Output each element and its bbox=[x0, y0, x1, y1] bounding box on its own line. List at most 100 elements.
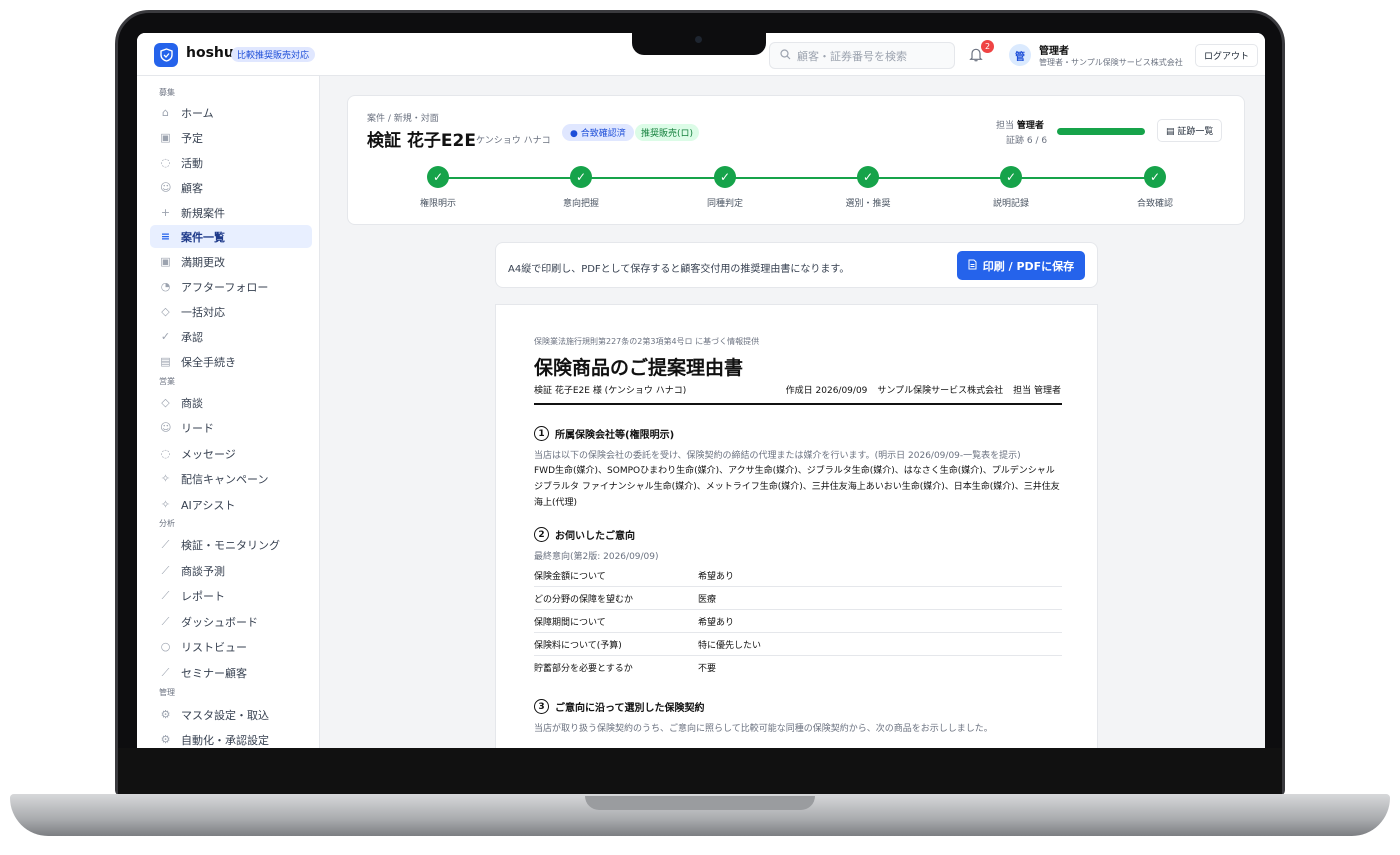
sales-type-badge: 推奨販売(ロ) bbox=[635, 124, 700, 141]
sidebar-item-automation[interactable]: ⚙ 自動化・承認設定 bbox=[150, 728, 312, 748]
sidebar-item-label: 満期更改 bbox=[181, 255, 225, 269]
sidebar-item-list-view[interactable]: ○ リストビュー bbox=[150, 635, 312, 658]
sidebar-item-approval[interactable]: ✓ 承認 bbox=[150, 325, 312, 348]
sidebar-item-activity[interactable]: ◌ 活動 bbox=[150, 151, 312, 174]
step-label: 合致確認 bbox=[1136, 199, 1173, 209]
sidebar-item-label: 商談 bbox=[181, 396, 203, 410]
sidebar-item-label: 予定 bbox=[181, 131, 203, 145]
evidence-list-label: 証跡一覧 bbox=[1177, 127, 1214, 137]
calendar-icon: ▣ bbox=[160, 131, 171, 144]
camera-notch bbox=[632, 33, 766, 55]
user-name: 管理者 bbox=[1039, 46, 1069, 57]
table-row: 保険金額について 希望あり bbox=[534, 564, 1062, 587]
page-title: 検証 花子E2E bbox=[367, 131, 476, 151]
home-icon: ⌂ bbox=[162, 106, 169, 119]
row-value: 不要 bbox=[698, 664, 717, 674]
sidebar-item-label: ダッシュボード bbox=[181, 615, 258, 629]
section-number: 2 bbox=[534, 527, 549, 542]
sidebar-item-label: 活動 bbox=[181, 156, 203, 170]
table-row: 保険料について(予算) 特に優先したい bbox=[534, 633, 1062, 656]
step-label: 同種判定 bbox=[706, 199, 743, 209]
step-check-icon[interactable]: ✓ bbox=[427, 166, 449, 188]
section-1-body: FWD生命(媒介)、SOMPOひまわり生命(媒介)、アクサ生命(媒介)、ジブラル… bbox=[534, 466, 1060, 508]
section-2-note: 最終意向(第2版: 2026/09/09) bbox=[534, 552, 659, 562]
sidebar-item-master-settings[interactable]: ⚙ マスタ設定・取込 bbox=[150, 703, 312, 726]
section-title: ご意向に沿って選別した保険契約 bbox=[555, 703, 705, 714]
section-title: お伺いしたご意向 bbox=[555, 531, 635, 542]
step-label: 意向把握 bbox=[562, 199, 599, 209]
user-role: 管理者・サンプル保険サービス株式会社 bbox=[1039, 58, 1183, 67]
sidebar-item-bulk[interactable]: ◇ 一括対応 bbox=[150, 300, 312, 323]
sidebar-item-monitoring[interactable]: ⟋ 検証・モニタリング bbox=[150, 533, 312, 556]
row-value: 特に優先したい bbox=[698, 641, 762, 651]
notification-count-badge: 2 bbox=[981, 40, 994, 53]
sidebar-item-messages[interactable]: ◌ メッセージ bbox=[150, 442, 312, 465]
sidebar-item-label: セミナー顧客 bbox=[181, 666, 247, 680]
sidebar-item-reports[interactable]: ⟋ レポート bbox=[150, 584, 312, 607]
users-icon: ☺ bbox=[160, 421, 172, 434]
step-check-icon[interactable]: ✓ bbox=[1144, 166, 1166, 188]
sidebar-item-maintenance[interactable]: ▤ 保全手続き bbox=[150, 350, 312, 373]
step-check-icon[interactable]: ✓ bbox=[570, 166, 592, 188]
step-check-icon[interactable]: ✓ bbox=[1000, 166, 1022, 188]
check-icon: ✓ bbox=[160, 330, 171, 343]
title-divider bbox=[534, 403, 1062, 405]
sidebar: 募集 ⌂ ホーム ▣ 予定 ◌ 活動 ☺ 顧客 + 新規案件 ≡ 案件一覧 ▣ 満期更改 ◔ ア… bbox=[137, 76, 320, 748]
print-bar: A4縦で印刷し、PDFとして保存すると顧客交付用の推奨理由書になります。 印刷 … bbox=[495, 242, 1098, 288]
table-row: どの分野の保障を望むか 医療 bbox=[534, 587, 1062, 610]
sidebar-item-campaigns[interactable]: ✧ 配信キャンペーン bbox=[150, 467, 312, 490]
evidence-count: 証跡 6 / 6 bbox=[1006, 136, 1048, 146]
shield-logo-icon[interactable] bbox=[154, 43, 178, 67]
sidebar-item-label: 配信キャンペーン bbox=[181, 472, 269, 486]
sidebar-section-analysis: 分析 bbox=[159, 519, 175, 528]
search-input[interactable]: 顧客・証券番号を検索 bbox=[769, 42, 955, 69]
sidebar-item-customers[interactable]: ☺ 顧客 bbox=[150, 176, 312, 199]
sidebar-item-deals[interactable]: ◇ 商談 bbox=[150, 391, 312, 414]
sidebar-item-label: リード bbox=[181, 421, 214, 435]
sidebar-item-leads[interactable]: ☺ リード bbox=[150, 416, 312, 439]
sidebar-item-home[interactable]: ⌂ ホーム bbox=[150, 101, 312, 124]
assignee-name: 管理者 bbox=[1016, 121, 1044, 131]
print-pdf-button[interactable]: 印刷 / PDFに保存 bbox=[957, 251, 1085, 280]
sidebar-item-label: 新規案件 bbox=[181, 206, 225, 220]
section-2-heading: 2 お伺いしたご意向 bbox=[534, 527, 635, 542]
chat-icon: ◌ bbox=[160, 156, 171, 169]
sidebar-item-dashboard[interactable]: ⟋ ダッシュボード bbox=[150, 610, 312, 633]
chat-icon: ◌ bbox=[160, 447, 171, 460]
avatar[interactable]: 管 bbox=[1009, 44, 1031, 66]
step-check-icon[interactable]: ✓ bbox=[857, 166, 879, 188]
app-screen: hoshu 比較推奨販売対応 顧客・証券番号を検索 2 管 管理者 管理者・サン… bbox=[137, 33, 1265, 748]
section-number: 3 bbox=[534, 699, 549, 714]
customer-kana: ケンショウ ハナコ bbox=[476, 136, 551, 146]
breadcrumb[interactable]: 案件 / 新規・対面 bbox=[367, 111, 439, 124]
sidebar-item-schedule[interactable]: ▣ 予定 bbox=[150, 126, 312, 149]
step-check-icon[interactable]: ✓ bbox=[714, 166, 736, 188]
evidence-list-button[interactable]: ▤ 証跡一覧 bbox=[1157, 119, 1223, 142]
sidebar-item-label: 顧客 bbox=[181, 181, 203, 195]
sparkle-icon: ✧ bbox=[160, 498, 171, 511]
sidebar-item-ai-assist[interactable]: ✧ AIアシスト bbox=[150, 493, 312, 516]
layers-icon: ◇ bbox=[161, 305, 170, 318]
legal-basis: 保険業法施行規則第227条の2第3項第4号ロ に基づく情報提供 bbox=[534, 337, 760, 346]
sidebar-item-label: アフターフォロー bbox=[181, 280, 269, 294]
chart-icon: ⟋ bbox=[161, 666, 170, 679]
sidebar-item-label: 商談予測 bbox=[181, 564, 225, 578]
document-icon bbox=[968, 259, 977, 273]
chart-icon: ⟋ bbox=[161, 615, 170, 628]
sidebar-item-seminar[interactable]: ⟋ セミナー顧客 bbox=[150, 661, 312, 684]
sidebar-item-label: メッセージ bbox=[181, 447, 236, 461]
sidebar-item-forecast[interactable]: ⟋ 商談予測 bbox=[150, 559, 312, 582]
sidebar-item-aftercare[interactable]: ◔ アフターフォロー bbox=[150, 275, 312, 298]
section-3-note: 当店が取り扱う保険契約のうち、ご意向に照らして比較可能な同種の保険契約から、次の… bbox=[534, 724, 993, 734]
logout-button[interactable]: ログアウト bbox=[1195, 44, 1259, 67]
chart-icon: ⟋ bbox=[161, 589, 170, 602]
laptop-hinge-notch bbox=[585, 796, 815, 810]
sidebar-item-case-list[interactable]: ≡ 案件一覧 bbox=[150, 225, 312, 248]
sidebar-item-label: 案件一覧 bbox=[181, 230, 225, 244]
table-row: 貯蓄部分を必要とするか 不要 bbox=[534, 656, 1062, 679]
search-icon: ○ bbox=[160, 640, 171, 653]
sidebar-item-new-case[interactable]: + 新規案件 bbox=[150, 201, 312, 224]
laptop-chin bbox=[118, 748, 1282, 794]
sidebar-item-label: 承認 bbox=[181, 330, 203, 344]
sidebar-item-renewal[interactable]: ▣ 満期更改 bbox=[150, 250, 312, 273]
